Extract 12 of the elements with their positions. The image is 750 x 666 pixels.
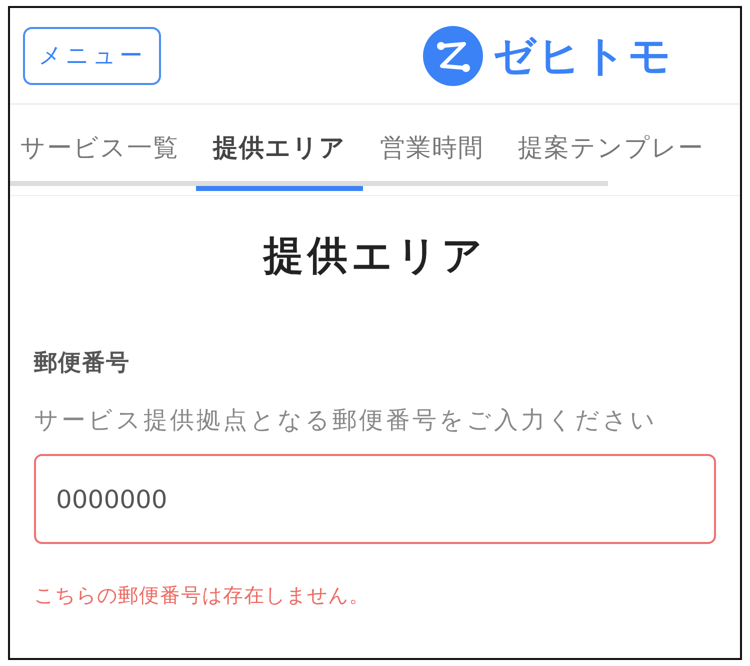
menu-button[interactable]: メニュー bbox=[23, 26, 161, 84]
field-label: 郵便番号 bbox=[34, 349, 131, 378]
logo-text: ゼヒトモ bbox=[493, 30, 673, 82]
error-message: こちらの郵便番号は存在しません。 bbox=[34, 582, 371, 609]
field-hint: サービス提供拠点となる郵便番号をご入力ください bbox=[34, 405, 659, 436]
tab[interactable]: 提案テンプレー bbox=[501, 105, 721, 191]
tab[interactable]: サービス一覧 bbox=[20, 105, 196, 191]
postal-code-field[interactable]: 0000000 bbox=[34, 454, 716, 544]
page-title: 提供エリア bbox=[262, 232, 488, 281]
tab[interactable]: 営業時間 bbox=[363, 105, 501, 191]
logo-icon bbox=[423, 26, 483, 86]
scrollbar[interactable] bbox=[10, 181, 608, 186]
